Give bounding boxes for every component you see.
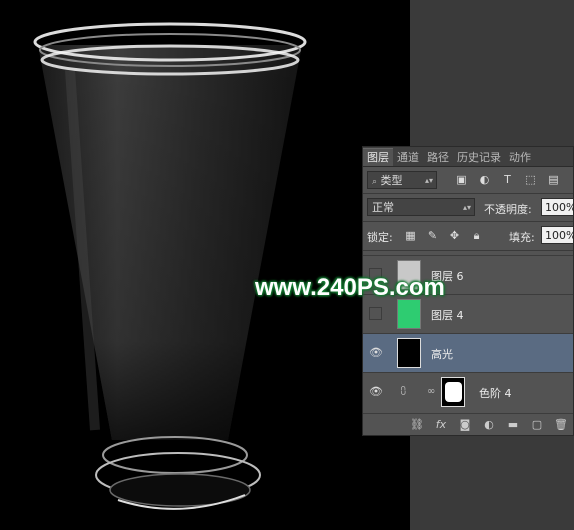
tab-history[interactable]: 历史记录 [453,149,505,166]
divider [363,250,573,251]
layer-row[interactable]: 👁︎ ⩇ ∞ 色阶 4 [363,372,573,411]
visibility-toggle[interactable] [369,307,382,320]
smart-object-filter-icon[interactable]: ▤ [545,172,562,187]
opacity-input[interactable]: 100% [541,198,574,216]
eye-icon[interactable]: 👁︎ [369,385,383,398]
tab-actions[interactable]: 动作 [505,149,535,166]
select-arrow-icon: ▴▾ [424,176,433,185]
lock-transparent-icon[interactable]: ▦ [403,228,418,243]
filter-kind-label: 类型 [380,174,403,187]
lock-all-icon[interactable]: 🔒︎ [469,228,484,243]
layer-thumbnail [397,338,421,368]
new-group-icon[interactable]: ▬ [505,418,521,432]
fx-icon[interactable]: fx [433,418,449,432]
mask-shape [445,382,462,402]
link-layers-icon[interactable]: ⛓︎ [409,418,425,432]
glass-image [33,22,307,510]
panel-tabs: 图层 通道 路径 历史记录 动作 [363,147,573,167]
blend-mode-label: 正常 [372,201,394,214]
layer-name: 高光 [431,348,453,361]
layer-thumbnail [397,299,421,329]
filter-icons: ▣ ◐ T ⬚ ▤ [453,172,562,187]
lock-paint-icon[interactable]: ✎ [425,228,440,243]
fill-input[interactable]: 100% [541,226,574,244]
image-filter-icon[interactable]: ▣ [453,172,470,187]
fill-label: 填充: [509,231,535,244]
tab-layers[interactable]: 图层 [363,148,393,166]
select-arrow-icon: ▴▾ [462,203,471,212]
lock-icons: ▦ ✎ ✥ 🔒︎ [403,228,484,243]
blend-mode-select[interactable]: 正常 ▴▾ [367,198,475,216]
type-filter-icon[interactable]: T [499,172,516,187]
layer-name: 色阶 4 [479,387,512,400]
shape-filter-icon[interactable]: ⬚ [522,172,539,187]
adjustment-filter-icon[interactable]: ◐ [476,172,493,187]
filter-row: ⌕ 类型 ▴▾ ▣ ◐ T ⬚ ▤ [363,168,573,192]
layer-row-selected[interactable]: 👁︎ 高光 [363,333,573,372]
delete-layer-icon[interactable]: 🗑︎ [553,418,569,432]
document-canvas[interactable] [0,0,410,530]
tab-channels[interactable]: 通道 [393,149,423,166]
chain-link-icon[interactable]: ∞ [427,385,436,399]
layer-mask-thumbnail[interactable] [441,377,465,407]
layer-name: 图层 4 [431,309,464,322]
watermark-text: www.240PS.com [255,274,445,301]
opacity-label: 不透明度: [484,203,532,216]
new-layer-icon[interactable]: ▢ [529,418,545,432]
new-adjustment-icon[interactable]: ◐ [481,418,497,432]
search-icon: ⌕ [372,177,378,187]
eye-icon[interactable]: 👁︎ [369,346,383,359]
filter-kind-select[interactable]: ⌕ 类型 ▴▾ [367,171,437,189]
add-mask-icon[interactable]: ◙ [457,418,473,432]
divider [363,193,573,194]
lock-label: 锁定: [367,231,393,244]
levels-adjustment-icon: ⩇ [401,386,406,397]
lock-position-icon[interactable]: ✥ [447,228,462,243]
tab-paths[interactable]: 路径 [423,149,453,166]
divider [363,221,573,222]
layers-bottom-toolbar: ⛓︎ fx ◙ ◐ ▬ ▢ 🗑︎ [363,413,573,435]
